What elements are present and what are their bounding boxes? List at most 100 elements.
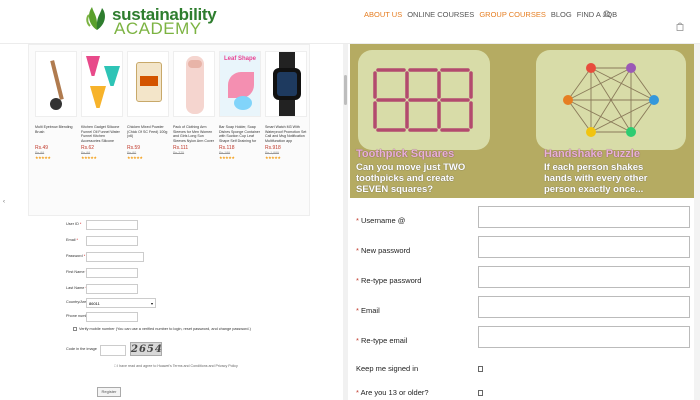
- puzzle-question: Can you move just TWO: [356, 162, 466, 173]
- cart-icon[interactable]: [676, 22, 684, 31]
- product-card[interactable]: Leaf Shape Bar Soap Holder, Soap Dishes …: [219, 51, 263, 215]
- product-title: Chicken Mixed Powder (Chick Of SC Feed) …: [127, 125, 168, 139]
- logo[interactable]: sustainability ACADEMY: [84, 2, 244, 42]
- product-image: [81, 51, 123, 117]
- captcha-label: Code in the image: [66, 347, 97, 351]
- product-title: Kitchen Gadget Silicone Funnel Oil Funne…: [81, 125, 120, 143]
- product-card[interactable]: Kitchen Gadget Silicone Funnel Oil Funne…: [81, 51, 125, 215]
- keep-signed-in-checkbox[interactable]: [478, 366, 483, 372]
- checkbox-icon: [73, 327, 77, 331]
- puzzle-title: Handshake Puzzle: [544, 148, 640, 160]
- retype-password-input[interactable]: [478, 266, 690, 288]
- username-input[interactable]: [478, 206, 690, 228]
- puzzles-banner: Toothpick Squares Can you move just TWO …: [350, 44, 700, 198]
- nav-blog[interactable]: BLOG: [551, 10, 572, 24]
- field-label: Last Name *: [66, 286, 87, 290]
- country-row: Country/Area * 86011▾: [54, 298, 324, 310]
- field-label: First Name *: [66, 270, 87, 274]
- nav-about-us[interactable]: ABOUT US: [364, 10, 402, 24]
- verify-mobile-checkbox[interactable]: Verify mobile number (You can use a veri…: [73, 327, 251, 331]
- site-header: sustainability ACADEMY ABOUT US ONLINE C…: [0, 0, 700, 44]
- product-card[interactable]: Smart Watch M3 With Waterproof Promotion…: [265, 51, 309, 215]
- toothpick-squares-icon: [373, 68, 473, 132]
- retype-email-input[interactable]: [478, 326, 690, 348]
- first-name-input[interactable]: [86, 268, 138, 278]
- product-image: [127, 51, 169, 117]
- sustainability-logo-icon: [86, 7, 105, 30]
- puzzle-question: SEVEN squares?: [356, 184, 434, 195]
- page: sustainability ACADEMY ABOUT US ONLINE C…: [0, 0, 700, 400]
- product-title: Multi Eyebrow Blending Brush: [35, 125, 73, 134]
- captcha-input[interactable]: [100, 345, 126, 356]
- product-strip: Multi Eyebrow Blending Brush Rs.49 Rs.99…: [28, 44, 310, 216]
- product-image: [35, 51, 77, 117]
- user-id-row: User ID *: [54, 220, 324, 232]
- main-nav: ABOUT US ONLINE COURSES GROUP COURSES BL…: [364, 10, 617, 24]
- handshake-network-icon: [563, 63, 659, 137]
- nav-group-courses[interactable]: GROUP COURSES: [479, 10, 546, 24]
- email-row: * Email: [350, 296, 700, 326]
- first-name-row: First Name *: [54, 268, 324, 280]
- product-rating: ★★★★★: [127, 155, 143, 160]
- age-check-checkbox[interactable]: [478, 390, 483, 396]
- account-registration-form: * Username @ * New password * Re-type pa…: [350, 198, 700, 400]
- toothpick-puzzle-image[interactable]: [358, 50, 490, 150]
- product-title: Bar Soap Holder, Soap Dishes Sponge Cont…: [219, 125, 260, 143]
- register-button[interactable]: Register: [97, 387, 121, 397]
- email-label: * Email: [356, 306, 380, 315]
- username-row: * Username @: [350, 206, 700, 236]
- password-input[interactable]: [86, 252, 144, 262]
- product-card[interactable]: Pack of Clothing Arm Sleeves for Men Wom…: [173, 51, 217, 215]
- logo-text-bottom: ACADEMY: [114, 19, 202, 38]
- username-label: * Username @: [356, 216, 406, 225]
- puzzle-title: Toothpick Squares: [356, 148, 455, 160]
- nav-online-courses[interactable]: ONLINE COURSES: [407, 10, 474, 24]
- product-card[interactable]: Multi Eyebrow Blending Brush Rs.49 Rs.99…: [35, 51, 79, 215]
- product-title: Pack of Clothing Arm Sleeves for Men Wom…: [173, 125, 214, 143]
- field-label: Email *: [66, 238, 79, 242]
- retype-password-row: * Re-type password: [350, 266, 700, 296]
- product-old-price: Rs.325: [173, 151, 185, 155]
- puzzle-question: toothpicks and create: [356, 173, 455, 184]
- retype-email-label: * Re-type email: [356, 336, 408, 345]
- email-row: Email *: [54, 236, 324, 248]
- terms-checkbox[interactable]: □ I have read and agree to Huawei's Term…: [114, 364, 238, 368]
- product-rating: ★★★★★: [81, 155, 97, 160]
- keep-signed-in-label: Keep me signed in: [356, 364, 419, 373]
- product-rating: ★★★★★: [265, 155, 281, 160]
- retype-email-row: * Re-type email: [350, 326, 700, 356]
- retype-password-label: * Re-type password: [356, 276, 422, 285]
- new-password-label: * New password: [356, 246, 411, 255]
- email-input[interactable]: [86, 236, 138, 246]
- product-card[interactable]: Chicken Mixed Powder (Chick Of SC Feed) …: [127, 51, 171, 215]
- product-title: Smart Watch M3 With Waterproof Promotion…: [265, 125, 307, 143]
- last-name-row: Last Name *: [54, 284, 324, 296]
- new-password-input[interactable]: [478, 236, 690, 258]
- email-input[interactable]: [478, 296, 690, 318]
- search-icon[interactable]: [603, 10, 612, 19]
- puzzle-question: If each person shakes: [544, 162, 644, 173]
- left-scrollbar-thumb[interactable]: [344, 75, 347, 105]
- puzzle-question: hands with every other: [544, 173, 648, 184]
- product-image: Leaf Shape: [219, 51, 261, 117]
- country-select[interactable]: 86011 ▾: [86, 298, 156, 308]
- age-check-label: * Are you 13 or older?: [356, 388, 429, 397]
- password-row: Password *: [54, 252, 324, 264]
- puzzle-question: person exactly once...: [544, 184, 644, 195]
- carousel-prev-icon[interactable]: ‹: [3, 199, 5, 205]
- product-image: [173, 51, 215, 117]
- field-label: Password *: [66, 254, 86, 258]
- last-name-input[interactable]: [86, 284, 138, 294]
- product-image: [265, 51, 307, 117]
- field-label: User ID *: [66, 222, 82, 226]
- right-scrollbar[interactable]: [694, 44, 700, 400]
- product-rating: ★★★★★: [35, 155, 51, 160]
- phone-row: Phone number: [54, 312, 324, 324]
- new-password-row: * New password: [350, 236, 700, 266]
- age-check-row: * Are you 13 or older?: [350, 378, 700, 400]
- user-id-input[interactable]: [86, 220, 138, 230]
- product-rating: ★★★★★: [219, 155, 235, 160]
- handshake-puzzle-image[interactable]: [536, 50, 686, 150]
- phone-input[interactable]: [86, 312, 138, 322]
- captcha-image[interactable]: 2654: [130, 342, 162, 356]
